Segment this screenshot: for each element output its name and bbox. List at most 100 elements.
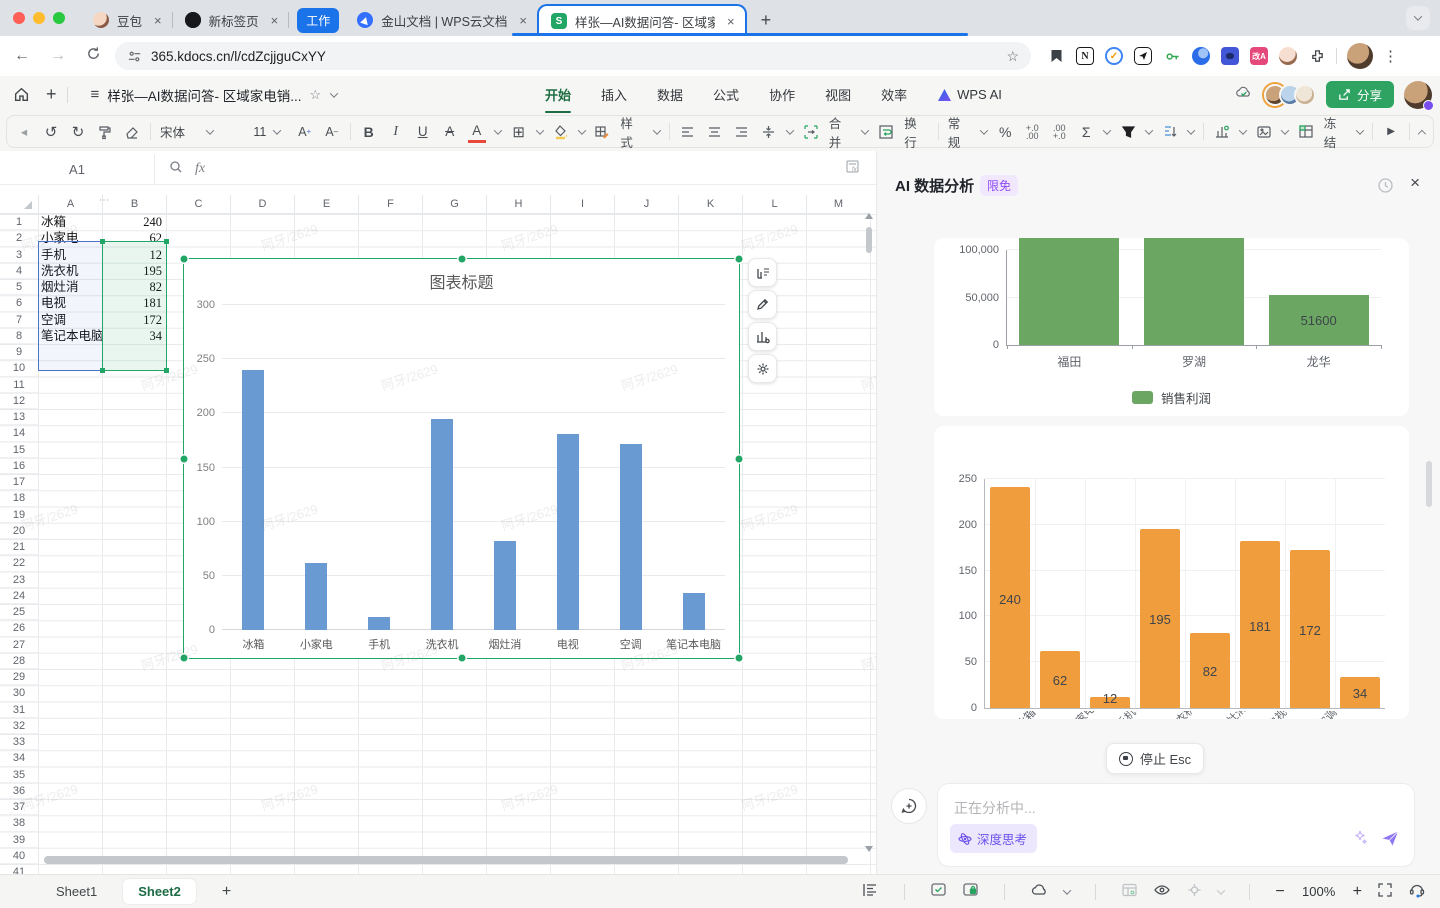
row-header-4[interactable]: 4 [0, 263, 38, 279]
zoom-level[interactable]: 100% [1300, 884, 1338, 899]
task-check-icon[interactable] [930, 882, 947, 901]
row-header-30[interactable]: 30 [0, 685, 38, 701]
doc-menu-icon[interactable]: ≡ [91, 86, 100, 103]
menu-tab-6[interactable]: 视图 [825, 85, 851, 104]
column-header-H[interactable]: H [486, 195, 550, 214]
chart-selection-handle[interactable] [181, 256, 188, 263]
font-family-select[interactable]: 宋体 [160, 122, 244, 141]
menu-tab-wps-ai[interactable]: WPS AI [937, 87, 1002, 102]
freeze-chevron[interactable] [1356, 126, 1364, 134]
chart-selection-handle[interactable] [736, 455, 743, 462]
vertical-align-chevron[interactable] [786, 126, 794, 134]
menu-tab-1[interactable]: 开始 [545, 85, 571, 104]
collaborator-avatars[interactable] [1264, 84, 1316, 106]
row-header-23[interactable]: 23 [0, 572, 38, 588]
row-header-12[interactable]: 12 [0, 393, 38, 409]
row-header-25[interactable]: 25 [0, 604, 38, 620]
fill-color-chevron[interactable] [577, 126, 585, 134]
minimize-window-button[interactable] [33, 12, 45, 24]
new-tab-button[interactable]: + [761, 10, 772, 31]
decrease-decimal-icon[interactable]: .00+.0 [1050, 121, 1068, 143]
font-color-icon[interactable]: A [468, 121, 486, 143]
row-header-22[interactable]: 22 [0, 555, 38, 571]
chart-selection-handle[interactable] [181, 455, 188, 462]
column-header-E[interactable]: E [294, 195, 358, 214]
align-left-icon[interactable] [679, 121, 697, 143]
column-header-K[interactable]: K [678, 195, 742, 214]
row-header-1[interactable]: 1 [0, 214, 38, 230]
row-header-35[interactable]: 35 [0, 767, 38, 783]
fill-color-icon[interactable] [552, 121, 570, 143]
eye-preview-icon[interactable] [1153, 882, 1171, 901]
browser-menu-icon[interactable]: ⋮ [1383, 47, 1398, 65]
fill-handle[interactable] [164, 368, 169, 373]
dictionary-extension-icon[interactable]: 改A [1250, 47, 1268, 65]
row-header-40[interactable]: 40 [0, 848, 38, 864]
new-chat-button[interactable] [891, 788, 927, 824]
menu-tab-4[interactable]: 公式 [713, 85, 739, 104]
locate-icon[interactable] [1186, 882, 1203, 901]
new-document-icon[interactable]: + [46, 84, 57, 105]
row-header-16[interactable]: 16 [0, 458, 38, 474]
row-header-5[interactable]: 5 [0, 279, 38, 295]
support-assistant-icon[interactable] [1408, 882, 1426, 901]
doc-title-chevron[interactable] [330, 89, 338, 97]
sparkle-icon[interactable] [1352, 829, 1368, 850]
increase-decimal-icon[interactable]: +.0.00 [1023, 121, 1041, 143]
chart-selection-handle[interactable] [458, 655, 465, 662]
menu-tab-3[interactable]: 数据 [657, 85, 683, 104]
sheet-tab-sheet2-active[interactable]: Sheet2 [123, 879, 196, 904]
deep-think-toggle[interactable]: 深度思考 [950, 824, 1037, 853]
row-header-41[interactable]: 41 [0, 864, 38, 874]
column-header-C[interactable]: C [166, 195, 230, 214]
font-size-select[interactable]: 11 [253, 125, 286, 139]
column-header-L[interactable]: L [742, 195, 806, 214]
scroll-up-arrow[interactable] [865, 213, 873, 219]
row-header-2[interactable]: 2 [0, 230, 38, 246]
row-header-18[interactable]: 18 [0, 490, 38, 506]
filter-icon[interactable] [1119, 121, 1137, 143]
tab-close-icon[interactable]: × [154, 13, 162, 28]
toolbar-more-icon[interactable]: ▶ [1382, 121, 1400, 143]
italic-icon[interactable]: I [387, 121, 405, 143]
bookmark-star-icon[interactable]: ☆ [1006, 48, 1019, 65]
row-header-26[interactable]: 26 [0, 620, 38, 636]
sheet-grid[interactable]: A⋯BCDEFGHIJKLM 1234567891011121314151617… [0, 187, 876, 874]
percent-icon[interactable]: % [996, 121, 1014, 143]
chart-data-button[interactable] [748, 322, 777, 351]
row-header-7[interactable]: 7 [0, 312, 38, 328]
underline-icon[interactable]: U [414, 121, 432, 143]
wrap-text-icon[interactable] [877, 121, 895, 143]
vertical-scroll-thumb[interactable] [866, 227, 872, 253]
send-extension-icon[interactable] [1134, 47, 1152, 65]
vertical-scrollbar[interactable] [864, 217, 874, 848]
column-headers[interactable]: A⋯BCDEFGHIJKLM [0, 195, 870, 214]
address-bar[interactable]: 365.kdocs.cn/l/cdZcjjguCxYY ☆ [115, 42, 1031, 70]
formula-search-icon[interactable] [169, 160, 183, 179]
zoom-out-button[interactable]: − [1275, 883, 1284, 901]
chart-type-button[interactable] [748, 258, 777, 287]
favorite-star-icon[interactable]: ☆ [310, 87, 322, 103]
tab-search-chevron[interactable] [1406, 6, 1430, 30]
sheet-tab-sheet1[interactable]: Sheet1 [56, 884, 97, 899]
insert-chart-chevron[interactable] [1239, 126, 1247, 134]
strikethrough-icon[interactable]: A [441, 121, 459, 143]
freeze-panes-icon[interactable] [1297, 121, 1315, 143]
add-sheet-button[interactable]: + [222, 883, 231, 901]
row-header-31[interactable]: 31 [0, 702, 38, 718]
protect-lock-icon[interactable] [962, 882, 979, 901]
stop-button[interactable]: 停止 Esc [1106, 743, 1204, 774]
tab-doubao[interactable]: 豆包 × [81, 6, 172, 34]
locate-chevron[interactable] [1217, 886, 1225, 894]
column-header-J[interactable]: J [614, 195, 678, 214]
undo-icon[interactable]: ↺ [42, 121, 60, 143]
row-headers[interactable]: 1234567891011121314151617181920212223242… [0, 214, 38, 874]
column-header-A[interactable]: A⋯ [38, 195, 102, 214]
row-header-6[interactable]: 6 [0, 295, 38, 311]
tab-close-icon[interactable]: × [519, 13, 527, 28]
tab-kdocs-home[interactable]: 金山文档 | WPS云文档 × [345, 6, 537, 34]
format-painter-icon[interactable] [96, 121, 114, 143]
maximize-window-button[interactable] [53, 12, 65, 24]
doc-map-icon[interactable] [862, 882, 879, 901]
column-header-D[interactable]: D [230, 195, 294, 214]
